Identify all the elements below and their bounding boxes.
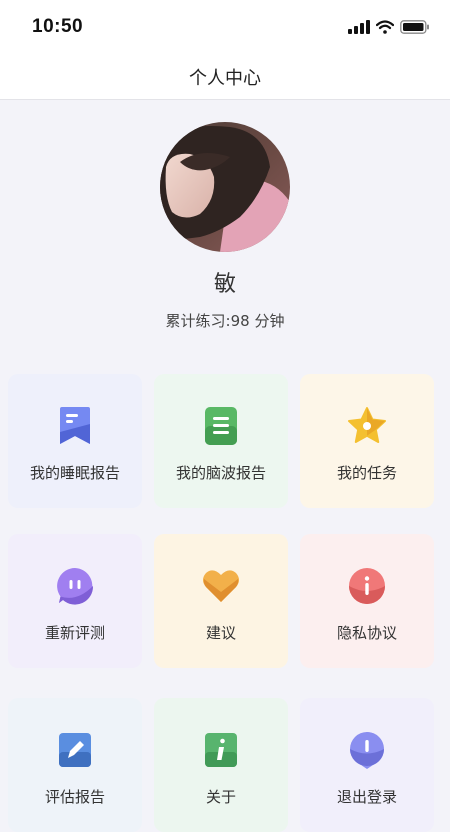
status-bar: 10:50 bbox=[0, 0, 450, 52]
card-label: 建议 bbox=[205, 624, 236, 642]
page-title: 个人中心 bbox=[189, 68, 261, 89]
suggestions-card[interactable]: 建议 bbox=[154, 534, 288, 668]
cellular-signal-icon bbox=[348, 20, 370, 34]
battery-icon bbox=[400, 20, 429, 34]
brainwave-report-card[interactable]: 我的脑波报告 bbox=[154, 374, 288, 508]
sleep-report-card[interactable]: 我的睡眠报告 bbox=[8, 374, 142, 508]
card-label: 我的睡眠报告 bbox=[29, 464, 120, 482]
logout-icon bbox=[347, 730, 387, 770]
star-icon bbox=[347, 406, 387, 446]
avatar[interactable] bbox=[160, 122, 290, 252]
heart-icon bbox=[201, 566, 241, 606]
practice-time: 累计练习:98 分钟 bbox=[165, 312, 285, 330]
nav-bar: 个人中心 bbox=[0, 52, 450, 100]
chat-bubble-icon bbox=[55, 566, 95, 606]
card-label: 我的脑波报告 bbox=[175, 464, 266, 482]
edit-icon bbox=[55, 730, 95, 770]
user-name: 敏 bbox=[213, 272, 236, 297]
logout-card[interactable]: 退出登录 bbox=[300, 698, 434, 832]
re-evaluate-card[interactable]: 重新评测 bbox=[8, 534, 142, 668]
info-icon bbox=[347, 566, 387, 606]
privacy-policy-card[interactable]: 隐私协议 bbox=[300, 534, 434, 668]
card-label: 评估报告 bbox=[44, 788, 105, 806]
card-label: 隐私协议 bbox=[336, 624, 397, 642]
about-card[interactable]: 关于 bbox=[154, 698, 288, 832]
status-time: 10:50 bbox=[32, 16, 84, 37]
card-label: 我的任务 bbox=[336, 464, 397, 482]
assessment-report-card[interactable]: 评估报告 bbox=[8, 698, 142, 832]
card-label: 关于 bbox=[205, 788, 236, 806]
card-label: 重新评测 bbox=[44, 624, 105, 642]
bookmark-icon bbox=[55, 406, 95, 446]
about-icon bbox=[201, 730, 241, 770]
wifi-icon bbox=[376, 20, 394, 34]
document-icon bbox=[201, 406, 241, 446]
my-tasks-card[interactable]: 我的任务 bbox=[300, 374, 434, 508]
status-icons bbox=[348, 18, 430, 36]
avatar-image bbox=[160, 122, 290, 252]
card-label: 退出登录 bbox=[336, 788, 397, 806]
